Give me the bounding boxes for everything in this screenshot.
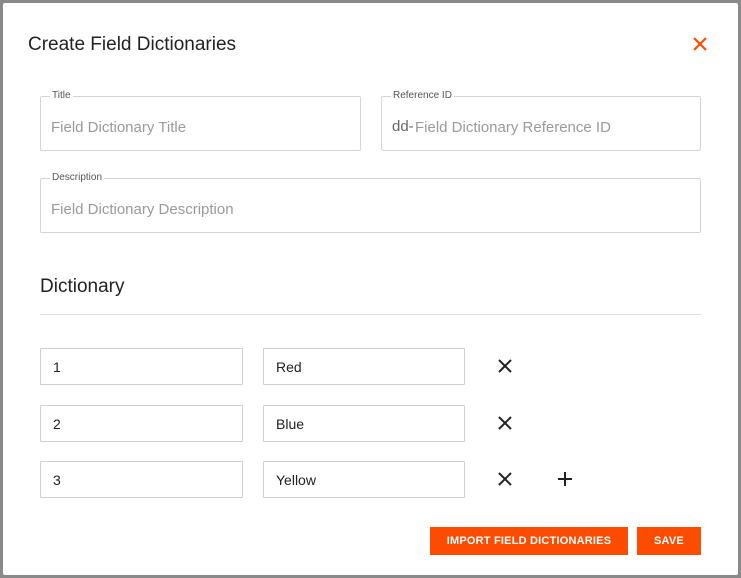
- reference-id-label: Reference ID: [391, 90, 454, 102]
- add-entry-button[interactable]: [556, 470, 574, 488]
- remove-entry-button[interactable]: [496, 357, 514, 375]
- description-input[interactable]: [51, 191, 690, 227]
- close-icon: [498, 416, 512, 430]
- entry-value-input[interactable]: [263, 348, 465, 385]
- close-icon: [498, 359, 512, 373]
- create-field-dictionaries-dialog: Create Field Dictionaries Title Referenc…: [3, 3, 738, 575]
- reference-id-prefix: dd-: [392, 118, 414, 135]
- section-divider: [40, 314, 701, 315]
- entry-value-input[interactable]: [263, 461, 465, 498]
- remove-entry-button[interactable]: [496, 470, 514, 488]
- description-field: Description: [40, 172, 701, 233]
- description-label: Description: [50, 172, 105, 184]
- plus-icon: [558, 472, 572, 486]
- close-button[interactable]: [689, 33, 711, 55]
- entry-key-input[interactable]: [40, 348, 243, 385]
- entry-key-input[interactable]: [40, 461, 243, 498]
- entry-key-input[interactable]: [40, 405, 243, 442]
- title-input[interactable]: [51, 109, 350, 145]
- remove-entry-button[interactable]: [496, 414, 514, 432]
- close-icon: [498, 472, 512, 486]
- save-button[interactable]: SAVE: [637, 527, 701, 555]
- reference-id-input[interactable]: [415, 109, 690, 145]
- title-label: Title: [50, 90, 73, 102]
- dictionary-section-title: Dictionary: [40, 276, 125, 297]
- dialog-title: Create Field Dictionaries: [28, 34, 237, 55]
- entry-value-input[interactable]: [263, 405, 465, 442]
- close-icon: [693, 37, 707, 51]
- reference-id-field: Reference ID dd-: [381, 90, 701, 151]
- import-field-dictionaries-button[interactable]: IMPORT FIELD DICTIONARIES: [430, 527, 628, 555]
- title-field: Title: [40, 90, 361, 151]
